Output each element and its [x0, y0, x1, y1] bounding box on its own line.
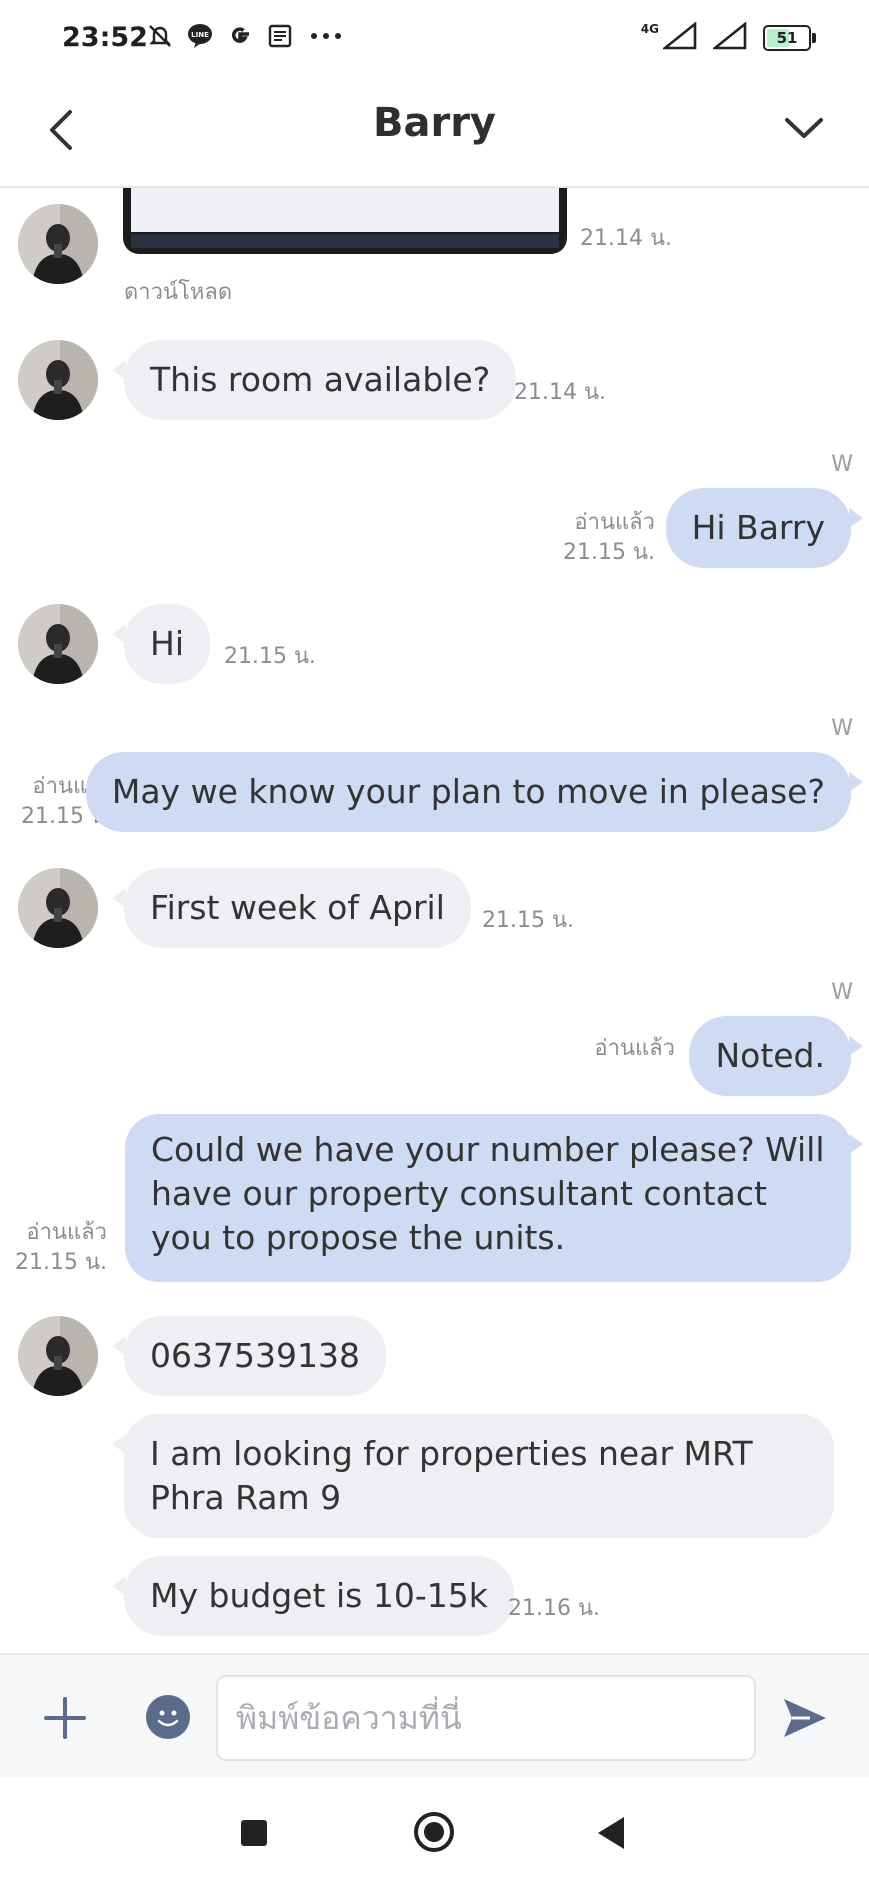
- message-text: 0637539138: [150, 1336, 360, 1375]
- incoming-message[interactable]: 0637539138: [112, 1316, 386, 1396]
- chat-message-list[interactable]: 21.14 น. ดาวน์โหลด This room available? …: [0, 188, 869, 1653]
- battery-icon: 51: [763, 25, 816, 51]
- avatar[interactable]: [18, 868, 98, 948]
- image-screenshot-content: [131, 188, 559, 232]
- line-icon: LINE: [186, 22, 214, 50]
- outgoing-message[interactable]: Hi Barry: [665, 488, 864, 568]
- outgoing-message[interactable]: Noted.: [689, 1016, 863, 1096]
- svg-text:LINE: LINE: [191, 31, 209, 39]
- message-input-bar: [0, 1653, 869, 1779]
- network-type-label: 4G: [640, 22, 659, 36]
- avatar[interactable]: [18, 1316, 98, 1396]
- sender-name: W: [831, 980, 853, 1005]
- status-notification-icons: LINE: [146, 22, 346, 50]
- more-dots-icon: [306, 22, 346, 50]
- message-text: This room available?: [150, 360, 491, 399]
- avatar[interactable]: [18, 604, 98, 684]
- avatar-photo-icon: [18, 604, 98, 684]
- message-input[interactable]: [216, 1675, 756, 1761]
- signal-icon: [661, 21, 699, 54]
- download-link[interactable]: ดาวน์โหลด: [124, 278, 232, 308]
- message-text: Noted.: [715, 1036, 825, 1075]
- google-icon: [226, 22, 254, 50]
- message-time: 21.15 น.: [224, 644, 317, 669]
- plus-icon: [44, 1697, 86, 1739]
- image-message[interactable]: [123, 188, 567, 254]
- message-text: First week of April: [150, 888, 445, 927]
- message-text: May we know your plan to move in please?: [111, 772, 825, 811]
- outgoing-message[interactable]: Could we have your number please? Will h…: [125, 1114, 863, 1282]
- incoming-message[interactable]: First week of April: [112, 868, 471, 948]
- message-time: 21.15 น.: [562, 540, 655, 565]
- home-button[interactable]: [414, 1812, 454, 1852]
- avatar-photo-icon: [18, 868, 98, 948]
- system-back-button[interactable]: [598, 1817, 624, 1849]
- status-time: 23:52: [62, 22, 148, 53]
- chat-title: Barry: [372, 100, 496, 146]
- message-read-status: อ่านแล้ว: [594, 1034, 675, 1064]
- avatar-photo-icon: [18, 340, 98, 420]
- avatar-photo-icon: [18, 1316, 98, 1396]
- send-icon: [784, 1699, 826, 1737]
- read-label: อ่านแล้ว: [574, 510, 655, 535]
- news-icon: [266, 22, 294, 50]
- recent-apps-button[interactable]: [241, 1820, 267, 1846]
- read-label: อ่านแล้ว: [594, 1036, 675, 1061]
- avatar[interactable]: [18, 204, 98, 284]
- status-system-icons: 4G 51: [640, 21, 816, 54]
- sender-name: W: [831, 452, 853, 477]
- message-time: 21.15 น.: [14, 1250, 107, 1275]
- incoming-message[interactable]: My budget is 10-15k: [112, 1556, 514, 1636]
- read-label: อ่านแล้ว: [26, 1220, 107, 1245]
- system-navigation-bar: [0, 1777, 869, 1883]
- message-time: 21.15 น.: [482, 908, 575, 933]
- status-bar: 23:52 LINE 4G 51: [0, 0, 869, 80]
- send-button[interactable]: [780, 1693, 830, 1743]
- message-time: 21.14 น.: [580, 226, 673, 251]
- message-text: My budget is 10-15k: [150, 1576, 488, 1615]
- message-text: Could we have your number please? Will h…: [151, 1130, 825, 1257]
- message-time: 21.14 น.: [514, 380, 607, 405]
- incoming-message[interactable]: This room available?: [111, 340, 517, 420]
- avatar[interactable]: [18, 340, 98, 420]
- chat-header: Barry: [0, 80, 869, 188]
- incoming-message[interactable]: I am looking for properties near MRT Phr…: [112, 1414, 834, 1538]
- message-read-status: อ่านแล้ว 21.15 น.: [563, 508, 655, 568]
- avatar-photo-icon: [18, 204, 98, 284]
- incoming-message[interactable]: Hi: [112, 604, 210, 684]
- sender-name: W: [831, 716, 853, 741]
- message-read-status: อ่านแล้ว 21.15 น.: [15, 1218, 107, 1278]
- message-text: Hi: [150, 624, 184, 663]
- message-text: Hi Barry: [691, 508, 825, 547]
- message-text: I am looking for properties near MRT Phr…: [150, 1434, 753, 1517]
- image-taskbar: [131, 234, 559, 248]
- emoji-button[interactable]: [146, 1695, 190, 1739]
- signal-icon: [711, 21, 749, 54]
- message-time: 21.16 น.: [508, 1596, 601, 1621]
- chevron-down-icon: [785, 118, 823, 138]
- mute-bell-icon: [146, 22, 174, 50]
- chat-menu-toggle[interactable]: [779, 104, 829, 154]
- outgoing-message[interactable]: May we know your plan to move in please?: [85, 752, 864, 832]
- add-attachment-button[interactable]: [40, 1693, 90, 1743]
- emoji-icon: [157, 1710, 179, 1727]
- battery-level: 51: [776, 29, 798, 47]
